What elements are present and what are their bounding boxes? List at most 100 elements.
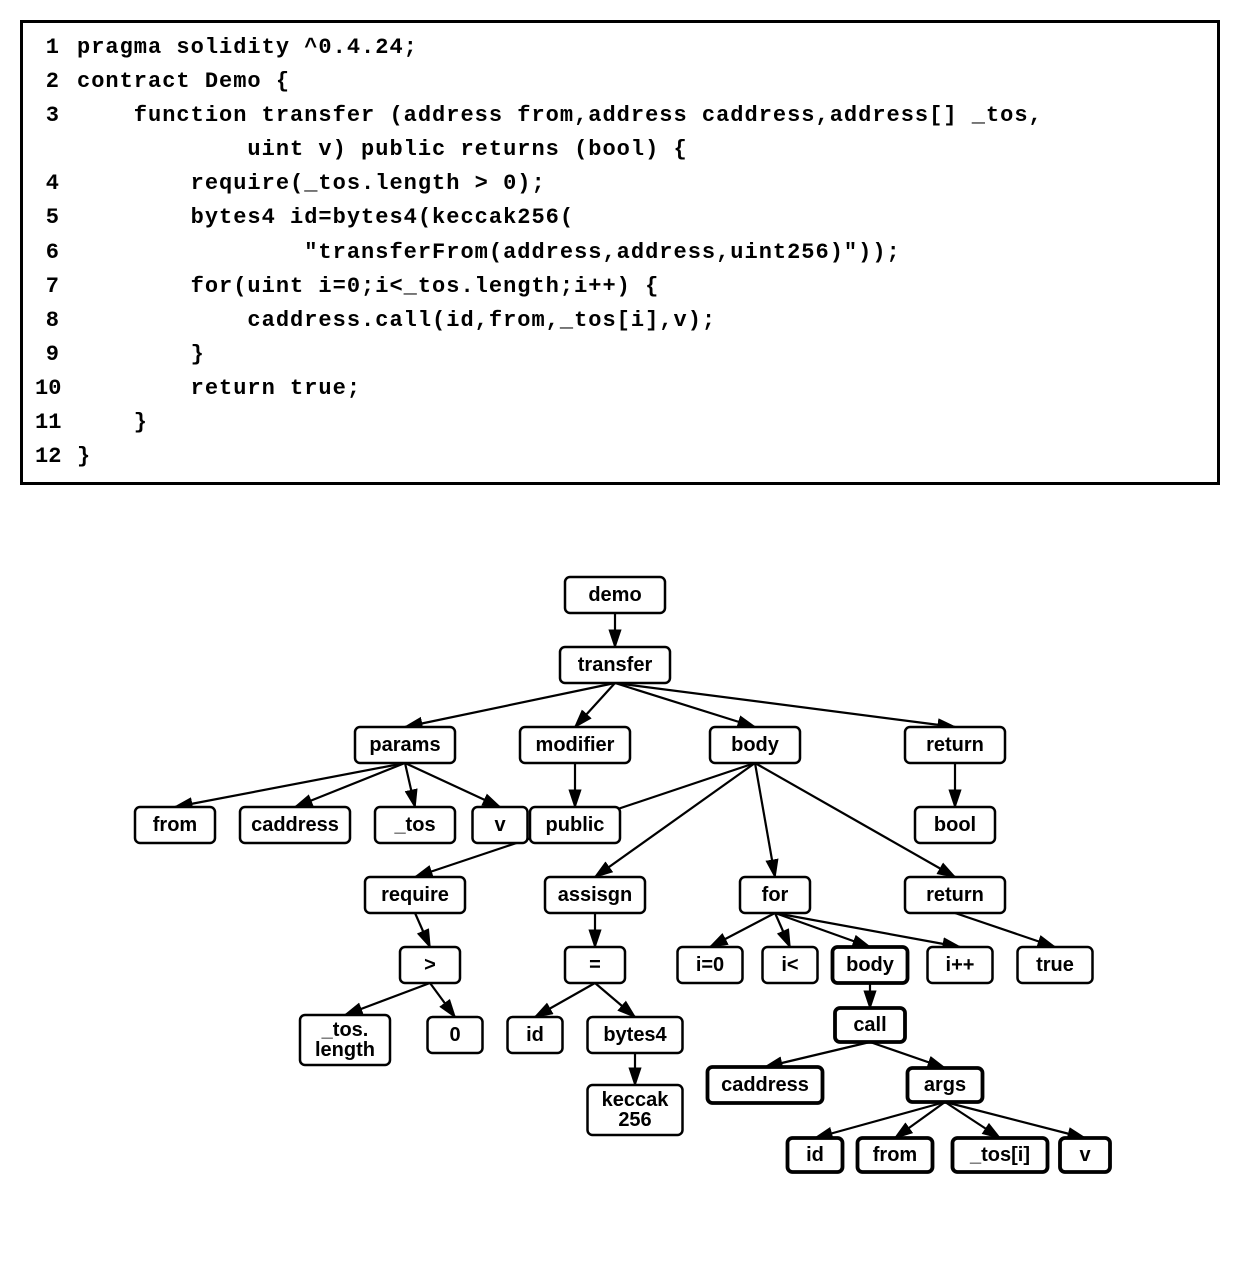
code-text: "transferFrom(address,address,uint256)")… bbox=[77, 236, 901, 270]
code-line: 10 return true; bbox=[35, 372, 1205, 406]
tree-edge bbox=[615, 683, 955, 727]
svg-text:demo: demo bbox=[588, 584, 641, 606]
code-text: uint v) public returns (bool) { bbox=[77, 133, 688, 167]
ast-diagram: demo transfer params modifier body return from… bbox=[20, 565, 1220, 1205]
tree-edge bbox=[535, 983, 595, 1017]
code-line: uint v) public returns (bool) { bbox=[35, 133, 1205, 167]
tree-node-tosi: _tos[i] bbox=[953, 1138, 1048, 1172]
svg-text:return: return bbox=[926, 734, 984, 756]
svg-text:_tos[i]: _tos[i] bbox=[969, 1144, 1030, 1166]
svg-text:transfer: transfer bbox=[578, 654, 653, 676]
svg-text:public: public bbox=[546, 814, 605, 836]
line-number: 9 bbox=[35, 338, 77, 372]
tree-edge bbox=[345, 983, 430, 1015]
svg-text:args: args bbox=[924, 1074, 966, 1096]
code-line: 1pragma solidity ^0.4.24; bbox=[35, 31, 1205, 65]
code-text: caddress.call(id,from,_tos[i],v); bbox=[77, 304, 716, 338]
line-number: 8 bbox=[35, 304, 77, 338]
tree-node-body: body bbox=[710, 727, 800, 763]
svg-text:v: v bbox=[494, 814, 506, 836]
svg-text:i=0: i=0 bbox=[696, 954, 724, 976]
svg-text:_tos.: _tos. bbox=[321, 1019, 369, 1041]
tree-edge bbox=[430, 983, 455, 1017]
code-line: 3 function transfer (address from,addres… bbox=[35, 99, 1205, 133]
tree-node-tos: _tos bbox=[375, 807, 455, 843]
tree-node-call: call bbox=[835, 1008, 905, 1042]
tree-node-assign: assisgn bbox=[545, 877, 645, 913]
tree-edge bbox=[775, 913, 960, 947]
svg-text:bool: bool bbox=[934, 814, 976, 836]
tree-node-for: for bbox=[740, 877, 810, 913]
tree-node-args: args bbox=[908, 1068, 983, 1102]
tree-edge bbox=[945, 1102, 1000, 1138]
tree-node-public: public bbox=[530, 807, 620, 843]
code-text: return true; bbox=[77, 372, 361, 406]
svg-text:id: id bbox=[526, 1024, 544, 1046]
svg-text:caddress: caddress bbox=[251, 814, 339, 836]
code-text: } bbox=[77, 440, 91, 474]
svg-text:assisgn: assisgn bbox=[558, 884, 632, 906]
tree-node-caddr2: caddress bbox=[708, 1067, 823, 1103]
tree-node-bytes4: bytes4 bbox=[588, 1017, 683, 1053]
tree-node-params: params bbox=[355, 727, 455, 763]
svg-text:0: 0 bbox=[449, 1024, 460, 1046]
tree-edge bbox=[295, 763, 405, 807]
svg-text:length: length bbox=[315, 1039, 375, 1061]
svg-text:_tos: _tos bbox=[393, 814, 435, 836]
tree-node-caddress: caddress bbox=[240, 807, 350, 843]
code-text: bytes4 id=bytes4(keccak256( bbox=[77, 201, 574, 235]
tree-edge bbox=[175, 763, 405, 807]
svg-text:256: 256 bbox=[618, 1109, 651, 1131]
line-number: 11 bbox=[35, 406, 77, 440]
code-text: function transfer (address from,address … bbox=[77, 99, 1043, 133]
tree-edge bbox=[895, 1102, 945, 1138]
line-number: 2 bbox=[35, 65, 77, 99]
tree-edge bbox=[615, 683, 755, 727]
tree-node-v2: v bbox=[1060, 1138, 1110, 1172]
code-block: 1pragma solidity ^0.4.24;2contract Demo … bbox=[20, 20, 1220, 485]
code-line: 8 caddress.call(id,from,_tos[i],v); bbox=[35, 304, 1205, 338]
tree-node-i0: i=0 bbox=[678, 947, 743, 983]
line-number: 6 bbox=[35, 236, 77, 270]
code-text: contract Demo { bbox=[77, 65, 290, 99]
svg-text:modifier: modifier bbox=[536, 734, 615, 756]
tree-node-true: true bbox=[1018, 947, 1093, 983]
tree-node-transfer: transfer bbox=[560, 647, 670, 683]
svg-text:from: from bbox=[873, 1144, 917, 1166]
code-text: pragma solidity ^0.4.24; bbox=[77, 31, 418, 65]
tree-node-bool: bool bbox=[915, 807, 995, 843]
tree-node-ipp: i++ bbox=[928, 947, 993, 983]
line-number: 7 bbox=[35, 270, 77, 304]
tree-edge bbox=[870, 1042, 945, 1068]
tree-node-eq: = bbox=[565, 947, 625, 983]
svg-text:id: id bbox=[806, 1144, 824, 1166]
tree-node-keccak: keccak256 bbox=[588, 1085, 683, 1135]
svg-text:>: > bbox=[424, 954, 436, 976]
svg-text:v: v bbox=[1079, 1144, 1091, 1166]
tree-edge bbox=[405, 763, 500, 807]
tree-edge bbox=[945, 1102, 1085, 1138]
svg-text:i<: i< bbox=[781, 954, 798, 976]
svg-text:keccak: keccak bbox=[602, 1089, 670, 1111]
svg-text:true: true bbox=[1036, 954, 1074, 976]
svg-text:from: from bbox=[153, 814, 197, 836]
svg-text:for: for bbox=[762, 884, 789, 906]
line-number: 3 bbox=[35, 99, 77, 133]
svg-text:caddress: caddress bbox=[721, 1074, 809, 1096]
line-number: 4 bbox=[35, 167, 77, 201]
svg-text:call: call bbox=[853, 1014, 886, 1036]
code-text: require(_tos.length > 0); bbox=[77, 167, 546, 201]
tree-node-ilt: i< bbox=[763, 947, 818, 983]
tree-node-gt: > bbox=[400, 947, 460, 983]
line-number: 5 bbox=[35, 201, 77, 235]
tree-edge bbox=[815, 1102, 945, 1138]
line-number: 10 bbox=[35, 372, 77, 406]
code-line: 12} bbox=[35, 440, 1205, 474]
tree-edge bbox=[595, 983, 635, 1017]
tree-node-from2: from bbox=[858, 1138, 933, 1172]
tree-edge bbox=[765, 1042, 870, 1067]
tree-edge bbox=[710, 913, 775, 947]
tree-edge bbox=[415, 913, 430, 947]
line-number: 1 bbox=[35, 31, 77, 65]
code-line: 6 "transferFrom(address,address,uint256)… bbox=[35, 236, 1205, 270]
